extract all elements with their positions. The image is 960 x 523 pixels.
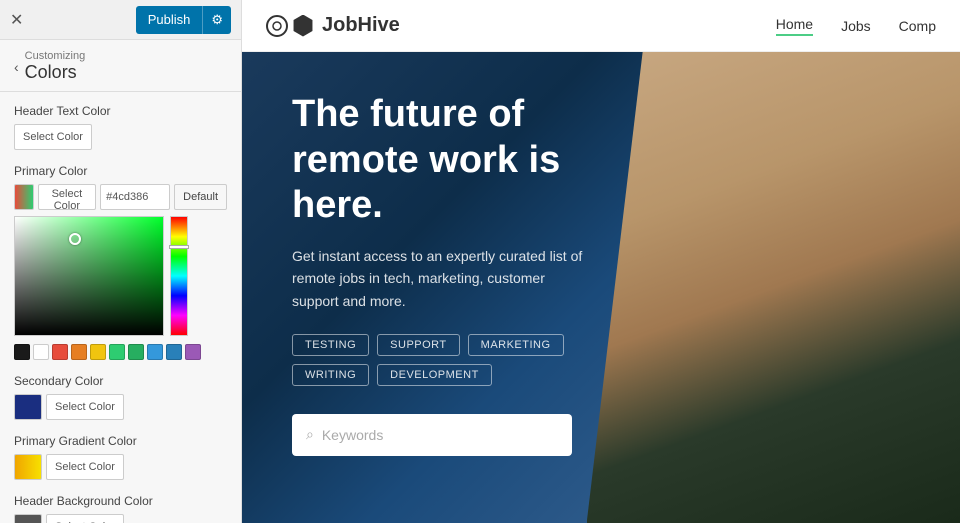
primary-color-swatch[interactable] (14, 184, 34, 210)
color-picker (14, 216, 227, 336)
top-bar: ✕ Publish ⚙ (0, 0, 241, 40)
tags-row: TESTING SUPPORT MARKETING WRITING DEVELO… (292, 334, 587, 386)
search-bar: ⌕ Keywords (292, 414, 572, 456)
back-arrow-icon[interactable]: ‹ (14, 59, 19, 75)
swatch-green2[interactable] (128, 344, 144, 360)
tag-writing: WRITING (292, 364, 369, 386)
customizer-panel: ✕ Publish ⚙ ‹ Customizing Colors Header … (0, 0, 242, 523)
secondary-color-row: Select Color (14, 394, 227, 420)
publish-gear-button[interactable]: ⚙ (202, 6, 231, 34)
swatch-blue2[interactable] (166, 344, 182, 360)
default-button[interactable]: Default (174, 184, 227, 210)
header-text-color-button[interactable]: Select Color (14, 124, 92, 150)
site-logo-text: JobHive (322, 14, 400, 37)
primary-color-button[interactable]: Select Color (38, 184, 97, 210)
header-bg-section: Header Background Color Select Color (14, 494, 227, 523)
tag-marketing: MARKETING (468, 334, 564, 356)
hero-section: The future of remote work is here. Get i… (242, 52, 960, 523)
primary-color-section: Primary Color Select Color Default (14, 164, 227, 360)
site-logo: JobHive (266, 14, 400, 37)
site-nav-links: Home Jobs Comp (776, 16, 936, 36)
picker-thumb[interactable] (69, 233, 81, 245)
black-overlay (15, 217, 163, 335)
swatch-red[interactable] (52, 344, 68, 360)
search-icon: ⌕ (306, 426, 314, 443)
swatch-blue[interactable] (147, 344, 163, 360)
header-bg-row: Select Color (14, 514, 227, 523)
hero-person-image (587, 52, 960, 523)
secondary-color-swatch[interactable] (14, 394, 42, 420)
primary-gradient-section: Primary Gradient Color Select Color (14, 434, 227, 480)
hero-title: The future of remote work is here. (292, 92, 587, 229)
website-preview: JobHive Home Jobs Comp The future of rem… (242, 0, 960, 523)
site-nav: JobHive Home Jobs Comp (242, 0, 960, 52)
hex-input[interactable] (100, 184, 170, 210)
header-bg-button[interactable]: Select Color (46, 514, 124, 523)
header-text-color-label: Header Text Color (14, 104, 227, 118)
primary-color-label: Primary Color (14, 164, 227, 178)
hue-thumb (169, 245, 189, 249)
nav-link-home[interactable]: Home (776, 16, 813, 36)
publish-button[interactable]: Publish (136, 6, 203, 34)
logo-circle-icon (266, 15, 288, 37)
publish-group: Publish ⚙ (136, 6, 231, 34)
nav-link-comp[interactable]: Comp (899, 18, 936, 34)
tag-development: DEVELOPMENT (377, 364, 492, 386)
secondary-color-label: Secondary Color (14, 374, 227, 388)
close-icon[interactable]: ✕ (10, 10, 23, 30)
secondary-color-section: Secondary Color Select Color (14, 374, 227, 420)
header-text-color-section: Header Text Color Select Color (14, 104, 227, 150)
primary-gradient-label: Primary Gradient Color (14, 434, 227, 448)
logo-inner-svg (271, 20, 283, 32)
hero-subtitle: Get instant access to an expertly curate… (292, 245, 587, 312)
header-bg-label: Header Background Color (14, 494, 227, 508)
hue-slider[interactable] (170, 216, 188, 336)
swatch-yellow[interactable] (90, 344, 106, 360)
primary-gradient-button[interactable]: Select Color (46, 454, 124, 480)
search-placeholder: Keywords (322, 427, 383, 443)
tag-testing: TESTING (292, 334, 369, 356)
panel-content: Header Text Color Select Color Primary C… (0, 92, 241, 523)
swatch-orange[interactable] (71, 344, 87, 360)
color-gradient-box[interactable] (14, 216, 164, 336)
tag-support: SUPPORT (377, 334, 459, 356)
logo-hex-icon (292, 15, 314, 37)
breadcrumb-section: ‹ Customizing Colors (0, 40, 241, 92)
secondary-color-button[interactable]: Select Color (46, 394, 124, 420)
breadcrumb-back: ‹ Customizing Colors (14, 50, 227, 83)
color-swatches-row (14, 344, 227, 360)
swatch-green[interactable] (109, 344, 125, 360)
swatch-white[interactable] (33, 344, 49, 360)
breadcrumb-title: Colors (25, 62, 86, 83)
breadcrumb-labels: Customizing Colors (25, 50, 86, 83)
hero-content: The future of remote work is here. Get i… (242, 52, 637, 496)
primary-gradient-row: Select Color (14, 454, 227, 480)
website-preview-panel: JobHive Home Jobs Comp The future of rem… (242, 0, 960, 523)
swatch-black[interactable] (14, 344, 30, 360)
primary-gradient-swatch[interactable] (14, 454, 42, 480)
logo-icons (266, 15, 314, 37)
swatch-purple[interactable] (185, 344, 201, 360)
header-bg-swatch[interactable] (14, 514, 42, 523)
nav-link-jobs[interactable]: Jobs (841, 18, 871, 34)
primary-color-row: Select Color Default (14, 184, 227, 210)
breadcrumb-parent: Customizing (25, 50, 86, 62)
